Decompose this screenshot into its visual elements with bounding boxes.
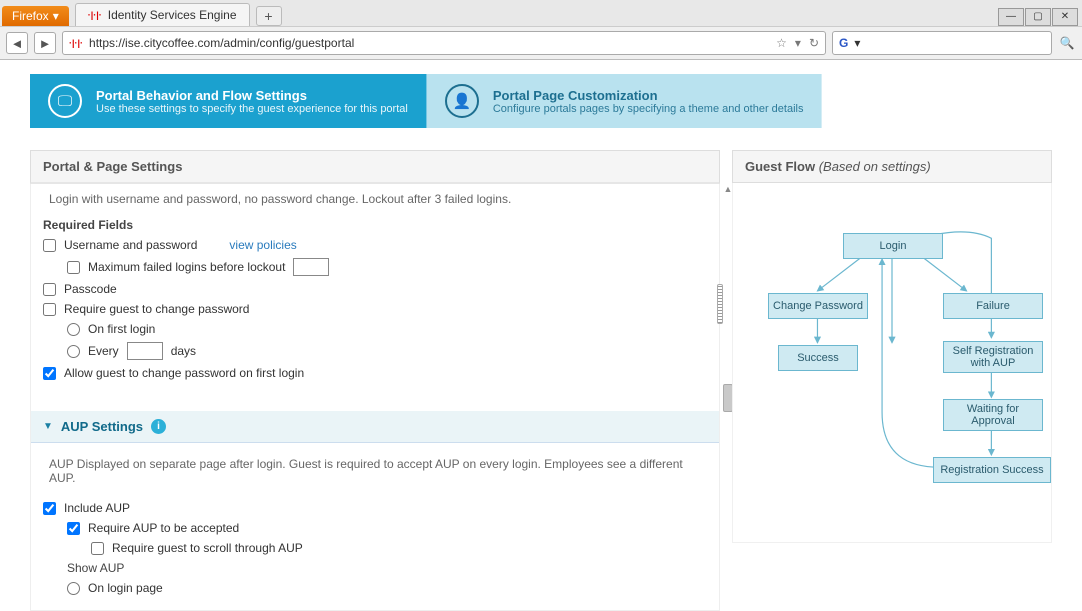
collapse-icon: ▼ — [43, 421, 53, 432]
aup-section-title: AUP Settings — [61, 419, 143, 434]
reload-icon[interactable]: ↻ — [809, 36, 819, 50]
node-self-registration: Self Registration with AUP — [943, 341, 1043, 373]
on-login-label: On login page — [88, 581, 163, 595]
maximize-button[interactable]: ▢ — [1025, 8, 1051, 26]
search-box[interactable]: G ▾ — [832, 31, 1052, 55]
aup-summary: AUP Displayed on separate page after log… — [31, 453, 719, 488]
tab-title: Identity Services Engine — [108, 8, 237, 22]
node-failure: Failure — [943, 293, 1043, 319]
guest-flow-header: Guest Flow (Based on settings) — [732, 150, 1052, 183]
require-scroll-checkbox[interactable] — [91, 542, 104, 555]
days-label: days — [171, 344, 196, 358]
node-login: Login — [843, 233, 943, 259]
site-favicon-icon: ·|·|· — [69, 38, 83, 48]
browser-chrome: Firefox ▾ ·|·|· Identity Services Engine… — [0, 0, 1082, 60]
flow-sub: (Based on settings) — [819, 159, 931, 174]
max-failed-checkbox[interactable] — [67, 261, 80, 274]
view-policies-link[interactable]: view policies — [229, 238, 296, 252]
resize-grip[interactable] — [717, 284, 723, 324]
magnify-icon[interactable]: 🔍 — [1058, 36, 1076, 50]
tab-page-customization[interactable]: 👤 Portal Page Customization Configure po… — [427, 74, 823, 128]
firefox-menu-button[interactable]: Firefox ▾ — [2, 6, 69, 26]
first-login-label: On first login — [88, 322, 155, 336]
node-registration-success: Registration Success — [933, 457, 1051, 483]
node-change-password: Change Password — [768, 293, 868, 319]
every-radio[interactable] — [67, 345, 80, 358]
portal-tabs: 🖵 Portal Behavior and Flow Settings Use … — [30, 74, 1082, 128]
window-controls: — ▢ ✕ — [998, 8, 1082, 26]
firefox-label: Firefox — [12, 9, 49, 23]
require-change-label: Require guest to change password — [64, 302, 249, 316]
flow-title: Guest Flow — [745, 159, 815, 174]
cisco-favicon-icon: ·|·|· — [88, 10, 102, 20]
on-login-radio[interactable] — [67, 582, 80, 595]
login-summary: Login with username and password, no pas… — [31, 188, 719, 209]
every-days-input[interactable] — [127, 342, 163, 360]
include-aup-label: Include AUP — [64, 501, 130, 515]
require-scroll-label: Require guest to scroll through AUP — [112, 541, 303, 555]
url-right-icons: ☆ ▾ ↻ — [776, 36, 819, 50]
require-aup-label: Require AUP to be accepted — [88, 521, 239, 535]
tab-title: Portal Page Customization — [493, 88, 804, 103]
require-change-checkbox[interactable] — [43, 303, 56, 316]
require-aup-checkbox[interactable] — [67, 522, 80, 535]
portal-page-settings-body: Login with username and password, no pas… — [30, 184, 720, 611]
left-column: Portal & Page Settings Login with userna… — [30, 150, 720, 611]
tab-title: Portal Behavior and Flow Settings — [96, 88, 408, 103]
url-bar[interactable]: ·|·|· https://ise.citycoffee.com/admin/c… — [62, 31, 826, 55]
close-button[interactable]: ✕ — [1052, 8, 1078, 26]
tab-desc: Configure portals pages by specifying a … — [493, 103, 804, 115]
passcode-label: Passcode — [64, 282, 117, 296]
bookmark-icon[interactable]: ☆ — [776, 36, 787, 50]
forward-button[interactable]: ► — [34, 32, 56, 54]
chevron-down-icon: ▾ — [53, 9, 59, 23]
allow-change-checkbox[interactable] — [43, 367, 56, 380]
user-gear-icon: 👤 — [445, 84, 479, 118]
google-icon: G — [839, 36, 848, 50]
tab-row: Firefox ▾ ·|·|· Identity Services Engine… — [0, 0, 1082, 26]
max-failed-label: Maximum failed logins before lockout — [88, 260, 285, 274]
monitor-icon: 🖵 — [48, 84, 82, 118]
include-aup-checkbox[interactable] — [43, 502, 56, 515]
portal-page-settings-header: Portal & Page Settings — [30, 150, 720, 184]
username-password-checkbox[interactable] — [43, 239, 56, 252]
show-aup-label: Show AUP — [67, 561, 124, 575]
allow-change-label: Allow guest to change password on first … — [64, 366, 304, 380]
content: Portal & Page Settings Login with userna… — [30, 150, 1082, 611]
info-icon[interactable]: i — [151, 419, 166, 434]
new-tab-button[interactable]: + — [256, 6, 282, 26]
first-login-radio[interactable] — [67, 323, 80, 336]
search-dropdown-icon[interactable]: ▾ — [854, 36, 860, 50]
flow-diagram: Login Change Password Failure Success Se… — [732, 183, 1052, 543]
node-success: Success — [778, 345, 858, 371]
username-password-label: Username and password — [64, 238, 197, 252]
tab-desc: Use these settings to specify the guest … — [96, 103, 408, 115]
every-label: Every — [88, 344, 119, 358]
required-fields-label: Required Fields — [43, 218, 133, 232]
passcode-checkbox[interactable] — [43, 283, 56, 296]
right-column: Guest Flow (Based on settings) Login Cha… — [732, 150, 1052, 611]
tab-behavior-flow[interactable]: 🖵 Portal Behavior and Flow Settings Use … — [30, 74, 427, 128]
max-failed-input[interactable] — [293, 258, 329, 276]
minimize-button[interactable]: — — [998, 8, 1024, 26]
back-button[interactable]: ◄ — [6, 32, 28, 54]
node-waiting: Waiting for Approval — [943, 399, 1043, 431]
url-text: https://ise.citycoffee.com/admin/config/… — [89, 36, 354, 50]
aup-section-header[interactable]: ▼ AUP Settings i — [31, 411, 719, 443]
nav-row: ◄ ► ·|·|· https://ise.citycoffee.com/adm… — [0, 26, 1082, 59]
dropdown-icon[interactable]: ▾ — [795, 36, 801, 50]
browser-tab-active[interactable]: ·|·|· Identity Services Engine — [75, 3, 250, 26]
